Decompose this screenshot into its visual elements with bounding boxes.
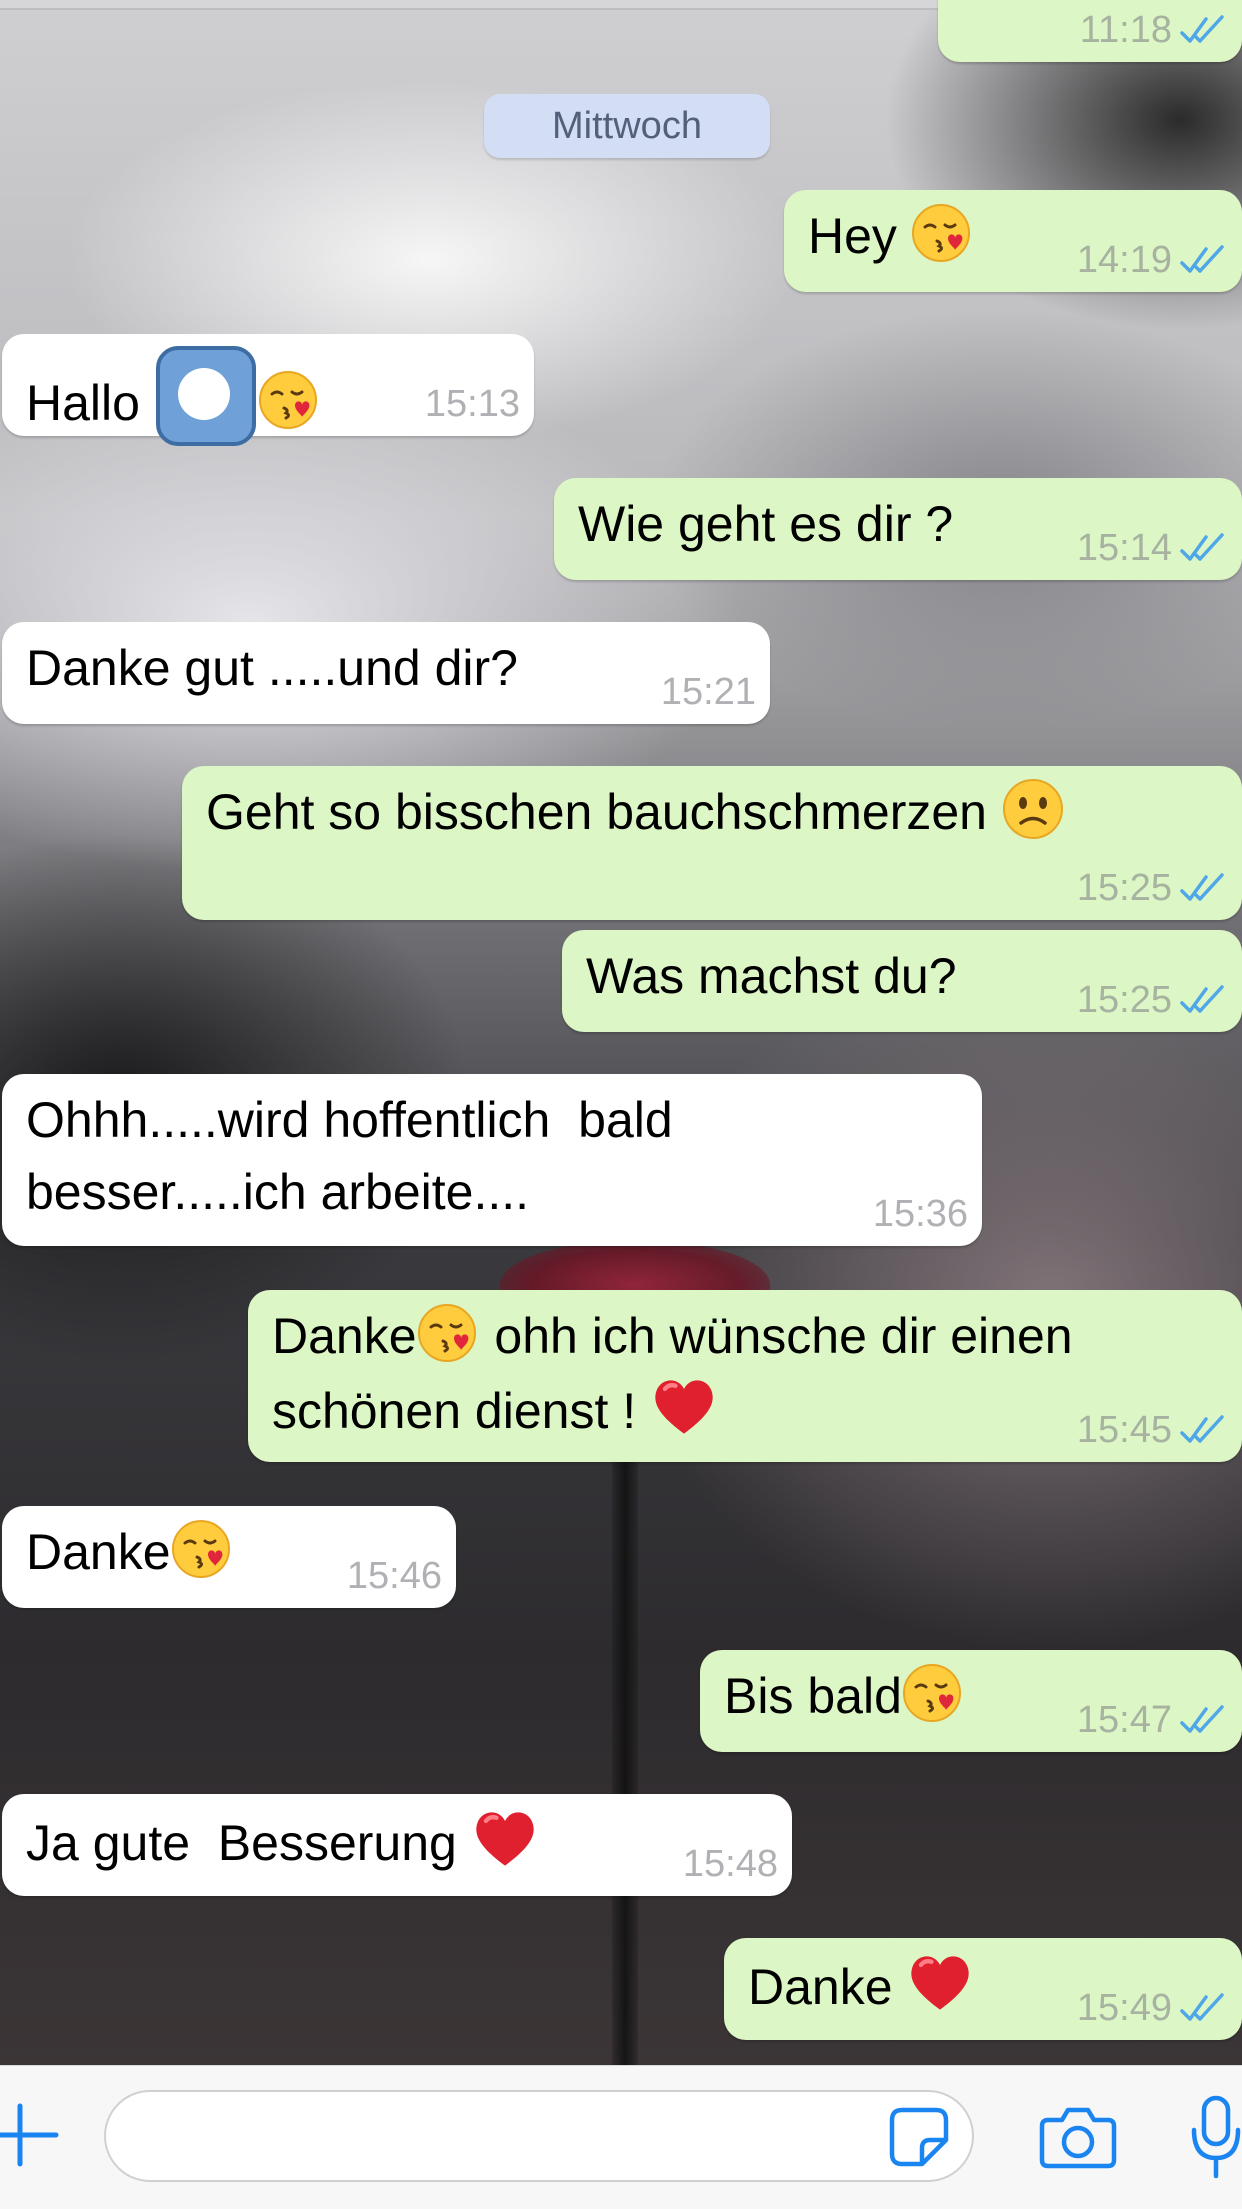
message-text-row: Geht so bisschen bauchschmerzen [206,776,1218,848]
message-input-bar [0,2065,1242,2209]
message-meta: 15:48 [683,1844,778,1884]
message-text: Danke gut .....und dir? [26,640,518,696]
read-ticks-icon [1178,531,1228,565]
message-time: 15:14 [1076,527,1172,569]
message-bubble-outgoing[interactable]: Hey 14:19 [784,190,1242,292]
date-separator: Mittwoch [484,94,770,158]
message-bubble-incoming[interactable]: Danke 15:46 [2,1506,456,1608]
message-meta: 15:46 [347,1556,442,1596]
message-meta: 15:21 [661,672,756,712]
message-bubble-outgoing[interactable]: 11:18 [938,0,1242,62]
message-text: Geht so bisschen bauchschmerzen [206,784,987,840]
sticker-icon[interactable] [888,2106,950,2168]
kissing-heart-emoji-icon [171,1517,235,1581]
read-ticks-icon [1178,1991,1228,2025]
message-bubble-outgoing[interactable]: Danke ohh ich wünsche dir einen schönen … [248,1290,1242,1462]
message-meta: 15:13 [425,384,520,424]
message-time: 15:49 [1076,1987,1172,2029]
message-time: 14:19 [1076,239,1172,281]
message-bubble-incoming[interactable]: Ohhh.....wird hoffentlich bald besser...… [2,1074,982,1246]
message-text: Ohhh.....wird hoffentlich bald besser...… [26,1092,687,1220]
slightly-frowning-face-emoji-icon [1001,777,1065,841]
message-text: Ja gute Besserung [26,1815,457,1871]
kissing-heart-emoji-icon [911,201,975,265]
message-bubble-incoming[interactable]: Hallo 15:13 [2,334,534,436]
message-time: 15:45 [1076,1409,1172,1451]
message-meta: 15:25 [1077,868,1228,908]
message-bubble-outgoing[interactable]: Geht so bisschen bauchschmerzen 15:25 [182,766,1242,920]
read-ticks-icon [1178,1703,1228,1737]
read-ticks-icon [1178,13,1228,47]
message-bubble-outgoing[interactable]: Was machst du? 15:25 [562,930,1242,1032]
message-time: 15:25 [1076,979,1172,1021]
message-text-row: Ja gute Besserung [26,1804,768,1879]
message-bubble-outgoing[interactable]: Danke 15:49 [724,1938,1242,2040]
record-button-emoji-icon [154,344,258,448]
message-time: 15:25 [1076,867,1172,909]
message-input[interactable] [104,2090,974,2182]
message-time: 15:36 [872,1193,968,1235]
message-text: Danke [272,1308,417,1364]
read-ticks-icon [1178,983,1228,1017]
camera-icon[interactable] [1038,2104,1118,2170]
message-meta: 14:19 [1077,240,1228,280]
message-bubble-incoming[interactable]: Ja gute Besserung 15:48 [2,1794,792,1896]
message-time: 11:18 [1079,9,1172,51]
message-bubble-outgoing[interactable]: Bis bald 15:47 [700,1650,1242,1752]
message-text: Danke [748,1959,893,2015]
message-text: Bis bald [724,1668,902,1724]
message-bubble-outgoing[interactable]: Wie geht es dir ? 15:14 [554,478,1242,580]
message-time: 15:47 [1076,1699,1172,1741]
red-heart-emoji-icon [906,1948,974,2016]
kissing-heart-emoji-icon [258,368,322,432]
message-meta: 15:14 [1077,528,1228,568]
read-ticks-icon [1178,1413,1228,1447]
kissing-heart-emoji-icon [417,1301,481,1365]
message-time: 15:46 [346,1555,442,1597]
message-time: 15:21 [660,671,756,713]
read-ticks-icon [1178,243,1228,277]
message-meta: 15:36 [873,1194,968,1234]
message-time: 15:13 [424,383,520,425]
plus-icon[interactable] [0,2100,60,2170]
chat-message-list[interactable]: 11:18 Mittwoch Hey 14:19 Hallo 15:13 Wie… [0,0,1242,2065]
message-text: Danke [26,1524,171,1580]
message-text: Hallo [26,375,140,431]
message-meta: 11:18 [1080,10,1228,50]
kissing-heart-emoji-icon [902,1661,966,1725]
microphone-icon[interactable] [1190,2094,1242,2180]
message-meta: 15:49 [1077,1988,1228,2028]
message-meta: 15:25 [1077,980,1228,1020]
message-meta: 15:45 [1077,1410,1228,1450]
read-ticks-icon [1178,871,1228,905]
message-bubble-incoming[interactable]: Danke gut .....und dir? 15:21 [2,622,770,724]
message-meta: 15:47 [1077,1700,1228,1740]
message-time: 15:48 [682,1843,778,1885]
message-text: Hey [808,208,897,264]
red-heart-emoji-icon [650,1372,718,1440]
red-heart-emoji-icon [471,1804,539,1872]
